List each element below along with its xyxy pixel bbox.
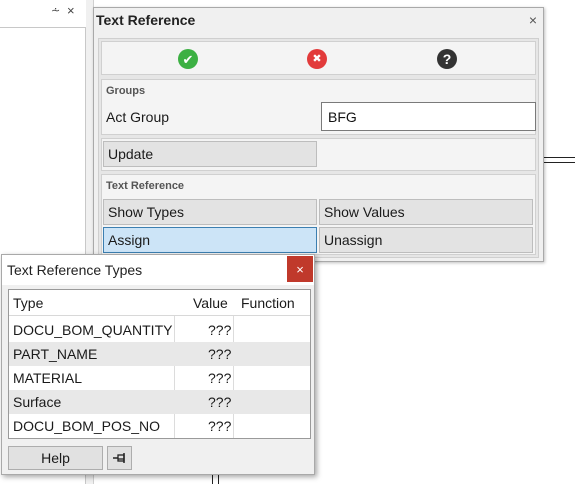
close-glyph: ×: [296, 261, 304, 277]
value-cell: ???: [208, 322, 232, 338]
update-button[interactable]: Update: [103, 141, 317, 167]
table-row[interactable]: PART_NAME ???: [9, 342, 310, 366]
type-cell: MATERIAL: [13, 370, 82, 386]
panel-body: ✔ ✖ ? Groups Act Group BFG Update Text R…: [98, 38, 539, 258]
check-icon[interactable]: ✔: [178, 49, 198, 69]
pin-icon[interactable]: [107, 446, 132, 470]
table-row[interactable]: DOCU_BOM_QUANTITY ???: [9, 318, 310, 342]
action-toolbar: ✔ ✖ ?: [101, 41, 536, 75]
type-cell: Surface: [13, 394, 62, 410]
dock-close-icon[interactable]: ×: [67, 3, 75, 18]
type-cell: PART_NAME: [13, 346, 98, 362]
cancel-icon[interactable]: ✖: [307, 49, 327, 69]
groups-header: Groups: [106, 85, 146, 97]
column-header-value[interactable]: Value: [193, 295, 228, 311]
act-group-input[interactable]: BFG: [321, 102, 536, 131]
text-reference-types-dialog: Text Reference Types × Type Value Functi…: [1, 254, 315, 475]
pin-svg: [112, 453, 125, 463]
drawing-line: [218, 474, 219, 484]
text-reference-panel: Text Reference × ✔ ✖ ? Groups Act Group …: [93, 7, 544, 262]
grid-header: Type Value Function: [9, 290, 310, 316]
left-dock-header: ⩪ ×: [0, 0, 86, 28]
check-glyph: ✔: [182, 51, 194, 67]
close-icon[interactable]: ×: [287, 256, 313, 282]
drawing-line: [212, 474, 213, 484]
value-cell: ???: [208, 418, 232, 434]
question-icon[interactable]: ?: [437, 49, 457, 69]
value-cell: ???: [208, 370, 232, 386]
unassign-button[interactable]: Unassign: [319, 227, 533, 253]
dialog-title: Text Reference Types: [7, 262, 143, 278]
show-values-button[interactable]: Show Values: [319, 199, 533, 225]
drawing-line: [544, 157, 575, 158]
update-row: Update: [101, 138, 536, 171]
value-cell: ???: [208, 394, 232, 410]
table-row[interactable]: DOCU_BOM_POS_NO ???: [9, 414, 310, 438]
show-types-button[interactable]: Show Types: [103, 199, 317, 225]
drawing-line: [544, 162, 575, 163]
help-button[interactable]: Help: [8, 446, 103, 470]
column-header-type[interactable]: Type: [13, 295, 43, 311]
panel-title: Text Reference: [96, 12, 196, 28]
type-cell: DOCU_BOM_POS_NO: [13, 418, 161, 434]
table-row[interactable]: MATERIAL ???: [9, 366, 310, 390]
assign-button[interactable]: Assign: [103, 227, 317, 253]
cancel-glyph: ✖: [312, 52, 322, 65]
column-header-function[interactable]: Function: [241, 295, 295, 311]
value-cell: ???: [208, 346, 232, 362]
question-glyph: ?: [442, 51, 452, 67]
types-grid: Type Value Function DOCU_BOM_QUANTITY ??…: [8, 289, 311, 439]
close-icon[interactable]: ×: [529, 12, 537, 28]
type-cell: DOCU_BOM_QUANTITY: [13, 322, 173, 338]
text-reference-section: Text Reference Show Types Show Values As…: [101, 174, 536, 255]
dialog-titlebar[interactable]: Text Reference Types ×: [2, 255, 314, 285]
table-row[interactable]: Surface ???: [9, 390, 310, 414]
text-reference-header: Text Reference: [106, 180, 185, 192]
groups-section: Groups Act Group BFG: [101, 79, 536, 135]
dock-pin-icon[interactable]: ⩪: [51, 4, 60, 17]
act-group-label: Act Group: [106, 109, 170, 125]
